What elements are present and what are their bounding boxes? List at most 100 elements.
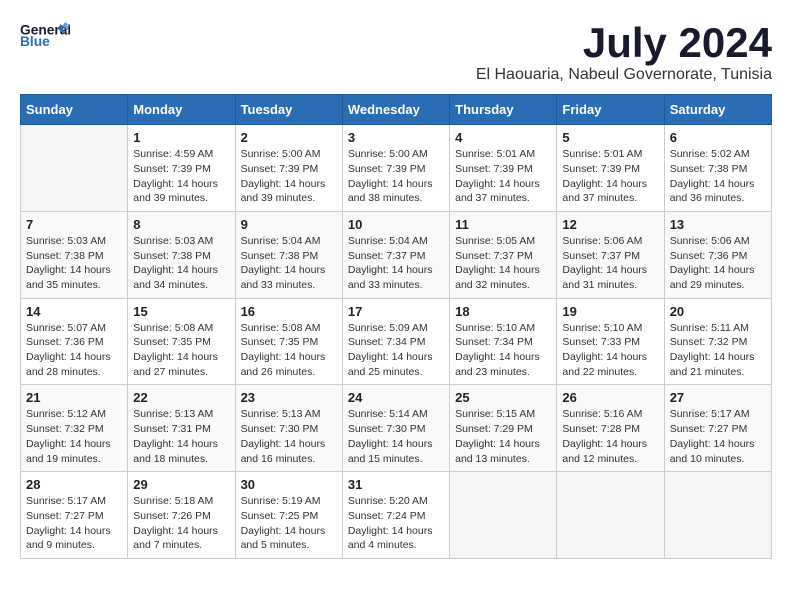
sunset-text: Sunset: 7:36 PM — [26, 336, 104, 348]
daylight-text: Daylight: 14 hours and 16 minutes. — [241, 438, 326, 465]
daylight-text: Daylight: 14 hours and 23 minutes. — [455, 351, 540, 378]
day-info: Sunrise: 5:18 AM Sunset: 7:26 PM Dayligh… — [133, 494, 229, 553]
sunrise-text: Sunrise: 5:08 AM — [241, 322, 321, 334]
sunset-text: Sunset: 7:34 PM — [455, 336, 533, 348]
calendar-week-row: 7 Sunrise: 5:03 AM Sunset: 7:38 PM Dayli… — [21, 211, 772, 298]
calendar-cell: 21 Sunrise: 5:12 AM Sunset: 7:32 PM Dayl… — [21, 385, 128, 472]
day-number: 29 — [133, 477, 229, 492]
day-info: Sunrise: 5:04 AM Sunset: 7:37 PM Dayligh… — [348, 234, 444, 293]
sunset-text: Sunset: 7:25 PM — [241, 510, 319, 522]
daylight-text: Daylight: 14 hours and 31 minutes. — [562, 264, 647, 291]
day-info: Sunrise: 5:12 AM Sunset: 7:32 PM Dayligh… — [26, 407, 122, 466]
calendar-cell: 10 Sunrise: 5:04 AM Sunset: 7:37 PM Dayl… — [342, 211, 449, 298]
day-number: 6 — [670, 130, 766, 145]
calendar-cell: 14 Sunrise: 5:07 AM Sunset: 7:36 PM Dayl… — [21, 298, 128, 385]
sunrise-text: Sunrise: 5:09 AM — [348, 322, 428, 334]
daylight-text: Daylight: 14 hours and 10 minutes. — [670, 438, 755, 465]
day-number: 18 — [455, 304, 551, 319]
calendar-cell — [557, 472, 664, 559]
daylight-text: Daylight: 14 hours and 21 minutes. — [670, 351, 755, 378]
sunset-text: Sunset: 7:28 PM — [562, 423, 640, 435]
daylight-text: Daylight: 14 hours and 22 minutes. — [562, 351, 647, 378]
sunrise-text: Sunrise: 5:07 AM — [26, 322, 106, 334]
sunset-text: Sunset: 7:39 PM — [133, 163, 211, 175]
day-of-week-header: Wednesday — [342, 95, 449, 125]
logo-icon: General Blue — [20, 20, 70, 50]
sunset-text: Sunset: 7:39 PM — [241, 163, 319, 175]
day-info: Sunrise: 5:01 AM Sunset: 7:39 PM Dayligh… — [562, 147, 658, 206]
daylight-text: Daylight: 14 hours and 26 minutes. — [241, 351, 326, 378]
day-info: Sunrise: 5:04 AM Sunset: 7:38 PM Dayligh… — [241, 234, 337, 293]
sunset-text: Sunset: 7:27 PM — [670, 423, 748, 435]
day-number: 1 — [133, 130, 229, 145]
daylight-text: Daylight: 14 hours and 38 minutes. — [348, 178, 433, 205]
day-number: 25 — [455, 390, 551, 405]
day-number: 27 — [670, 390, 766, 405]
daylight-text: Daylight: 14 hours and 19 minutes. — [26, 438, 111, 465]
calendar-cell: 1 Sunrise: 4:59 AM Sunset: 7:39 PM Dayli… — [128, 125, 235, 212]
sunset-text: Sunset: 7:35 PM — [241, 336, 319, 348]
daylight-text: Daylight: 14 hours and 5 minutes. — [241, 525, 326, 552]
sunrise-text: Sunrise: 5:06 AM — [670, 235, 750, 247]
calendar-cell: 9 Sunrise: 5:04 AM Sunset: 7:38 PM Dayli… — [235, 211, 342, 298]
sunrise-text: Sunrise: 5:01 AM — [562, 148, 642, 160]
day-number: 23 — [241, 390, 337, 405]
sunrise-text: Sunrise: 5:18 AM — [133, 495, 213, 507]
daylight-text: Daylight: 14 hours and 39 minutes. — [133, 178, 218, 205]
calendar-cell: 26 Sunrise: 5:16 AM Sunset: 7:28 PM Dayl… — [557, 385, 664, 472]
calendar-cell: 5 Sunrise: 5:01 AM Sunset: 7:39 PM Dayli… — [557, 125, 664, 212]
day-number: 21 — [26, 390, 122, 405]
sunset-text: Sunset: 7:30 PM — [348, 423, 426, 435]
day-info: Sunrise: 5:06 AM Sunset: 7:37 PM Dayligh… — [562, 234, 658, 293]
page-header: General Blue July 2024 El Haouaria, Nabe… — [20, 20, 772, 84]
day-number: 13 — [670, 217, 766, 232]
calendar-cell: 3 Sunrise: 5:00 AM Sunset: 7:39 PM Dayli… — [342, 125, 449, 212]
calendar-cell: 8 Sunrise: 5:03 AM Sunset: 7:38 PM Dayli… — [128, 211, 235, 298]
calendar-cell: 12 Sunrise: 5:06 AM Sunset: 7:37 PM Dayl… — [557, 211, 664, 298]
sunrise-text: Sunrise: 5:17 AM — [670, 408, 750, 420]
daylight-text: Daylight: 14 hours and 37 minutes. — [562, 178, 647, 205]
sunset-text: Sunset: 7:36 PM — [670, 250, 748, 262]
sunrise-text: Sunrise: 5:10 AM — [562, 322, 642, 334]
day-info: Sunrise: 5:08 AM Sunset: 7:35 PM Dayligh… — [241, 321, 337, 380]
daylight-text: Daylight: 14 hours and 37 minutes. — [455, 178, 540, 205]
calendar-cell: 17 Sunrise: 5:09 AM Sunset: 7:34 PM Dayl… — [342, 298, 449, 385]
day-info: Sunrise: 5:03 AM Sunset: 7:38 PM Dayligh… — [133, 234, 229, 293]
calendar-cell: 19 Sunrise: 5:10 AM Sunset: 7:33 PM Dayl… — [557, 298, 664, 385]
calendar-cell — [450, 472, 557, 559]
day-number: 11 — [455, 217, 551, 232]
day-info: Sunrise: 5:17 AM Sunset: 7:27 PM Dayligh… — [670, 407, 766, 466]
day-info: Sunrise: 5:00 AM Sunset: 7:39 PM Dayligh… — [348, 147, 444, 206]
day-number: 20 — [670, 304, 766, 319]
calendar-cell: 2 Sunrise: 5:00 AM Sunset: 7:39 PM Dayli… — [235, 125, 342, 212]
sunrise-text: Sunrise: 5:00 AM — [348, 148, 428, 160]
calendar-week-row: 28 Sunrise: 5:17 AM Sunset: 7:27 PM Dayl… — [21, 472, 772, 559]
sunrise-text: Sunrise: 5:05 AM — [455, 235, 535, 247]
daylight-text: Daylight: 14 hours and 18 minutes. — [133, 438, 218, 465]
sunrise-text: Sunrise: 5:13 AM — [133, 408, 213, 420]
calendar-cell: 27 Sunrise: 5:17 AM Sunset: 7:27 PM Dayl… — [664, 385, 771, 472]
day-info: Sunrise: 5:02 AM Sunset: 7:38 PM Dayligh… — [670, 147, 766, 206]
calendar-cell: 11 Sunrise: 5:05 AM Sunset: 7:37 PM Dayl… — [450, 211, 557, 298]
day-number: 8 — [133, 217, 229, 232]
daylight-text: Daylight: 14 hours and 7 minutes. — [133, 525, 218, 552]
daylight-text: Daylight: 14 hours and 4 minutes. — [348, 525, 433, 552]
day-info: Sunrise: 5:06 AM Sunset: 7:36 PM Dayligh… — [670, 234, 766, 293]
day-info: Sunrise: 5:14 AM Sunset: 7:30 PM Dayligh… — [348, 407, 444, 466]
day-number: 7 — [26, 217, 122, 232]
daylight-text: Daylight: 14 hours and 32 minutes. — [455, 264, 540, 291]
day-number: 28 — [26, 477, 122, 492]
day-number: 9 — [241, 217, 337, 232]
daylight-text: Daylight: 14 hours and 27 minutes. — [133, 351, 218, 378]
day-info: Sunrise: 5:13 AM Sunset: 7:31 PM Dayligh… — [133, 407, 229, 466]
calendar-table: SundayMondayTuesdayWednesdayThursdayFrid… — [20, 94, 772, 559]
calendar-cell: 18 Sunrise: 5:10 AM Sunset: 7:34 PM Dayl… — [450, 298, 557, 385]
sunset-text: Sunset: 7:38 PM — [26, 250, 104, 262]
daylight-text: Daylight: 14 hours and 12 minutes. — [562, 438, 647, 465]
sunset-text: Sunset: 7:35 PM — [133, 336, 211, 348]
sunrise-text: Sunrise: 5:12 AM — [26, 408, 106, 420]
sunset-text: Sunset: 7:38 PM — [670, 163, 748, 175]
calendar-cell: 20 Sunrise: 5:11 AM Sunset: 7:32 PM Dayl… — [664, 298, 771, 385]
day-info: Sunrise: 5:20 AM Sunset: 7:24 PM Dayligh… — [348, 494, 444, 553]
day-info: Sunrise: 5:13 AM Sunset: 7:30 PM Dayligh… — [241, 407, 337, 466]
